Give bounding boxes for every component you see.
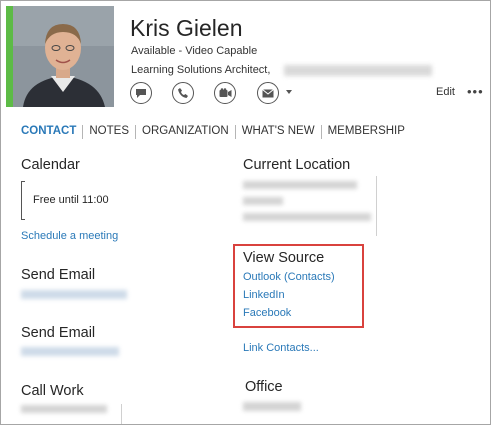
redacted-location-line-3: [243, 213, 371, 221]
current-location-title: Current Location: [243, 157, 351, 173]
more-options-icon[interactable]: •••: [467, 84, 484, 99]
source-facebook-link[interactable]: Facebook: [243, 307, 291, 319]
email-button[interactable]: [257, 82, 279, 104]
call-button[interactable]: [172, 82, 194, 104]
source-outlook-contacts-link[interactable]: Outlook (Contacts): [243, 271, 335, 283]
divider: [376, 176, 377, 236]
free-busy-bracket: [21, 181, 25, 220]
calendar-title: Calendar: [21, 157, 80, 173]
redacted-work-phone[interactable]: [21, 405, 107, 413]
redacted-email-2[interactable]: [21, 347, 119, 356]
view-source-title: View Source: [243, 250, 325, 266]
chevron-down-icon[interactable]: [286, 90, 292, 94]
tab-whats-new[interactable]: WHAT'S NEW: [236, 125, 322, 139]
tab-notes[interactable]: NOTES: [83, 125, 136, 139]
redacted-office: [243, 402, 301, 411]
contact-name: Kris Gielen: [130, 15, 243, 41]
contact-card: Kris Gielen Available - Video Capable Le…: [0, 0, 491, 425]
mail-icon: [262, 88, 274, 97]
job-title: Learning Solutions Architect,: [131, 64, 271, 76]
avatar[interactable]: [13, 6, 114, 107]
chat-bubble-icon: [136, 88, 146, 98]
office-title: Office: [245, 379, 283, 395]
presence-status: Available - Video Capable: [131, 45, 258, 57]
tab-bar: CONTACT NOTES ORGANIZATION WHAT'S NEW ME…: [15, 125, 411, 139]
im-button[interactable]: [130, 82, 152, 104]
send-email-title-1: Send Email: [21, 267, 96, 283]
video-call-button[interactable]: [214, 82, 236, 104]
tab-membership[interactable]: MEMBERSHIP: [322, 125, 411, 139]
call-work-title: Call Work: [21, 383, 84, 399]
redacted-email-1[interactable]: [21, 290, 127, 299]
tab-contact[interactable]: CONTACT: [15, 125, 84, 139]
phone-icon: [178, 88, 188, 98]
divider: [121, 404, 122, 424]
send-email-title-2: Send Email: [21, 325, 96, 341]
avatar-photo: [13, 6, 114, 107]
redacted-location-line-2: [243, 197, 283, 205]
edit-button[interactable]: Edit: [436, 86, 455, 98]
free-until-text: Free until 11:00: [33, 194, 109, 206]
schedule-meeting-link[interactable]: Schedule a meeting: [21, 230, 118, 242]
redacted-location-line-1: [243, 181, 357, 189]
redacted-company: [284, 65, 432, 76]
tab-organization[interactable]: ORGANIZATION: [136, 125, 236, 139]
source-linkedin-link[interactable]: LinkedIn: [243, 289, 285, 301]
presence-indicator: [6, 6, 13, 107]
video-camera-icon: [219, 88, 231, 97]
link-contacts-link[interactable]: Link Contacts...: [243, 342, 319, 354]
